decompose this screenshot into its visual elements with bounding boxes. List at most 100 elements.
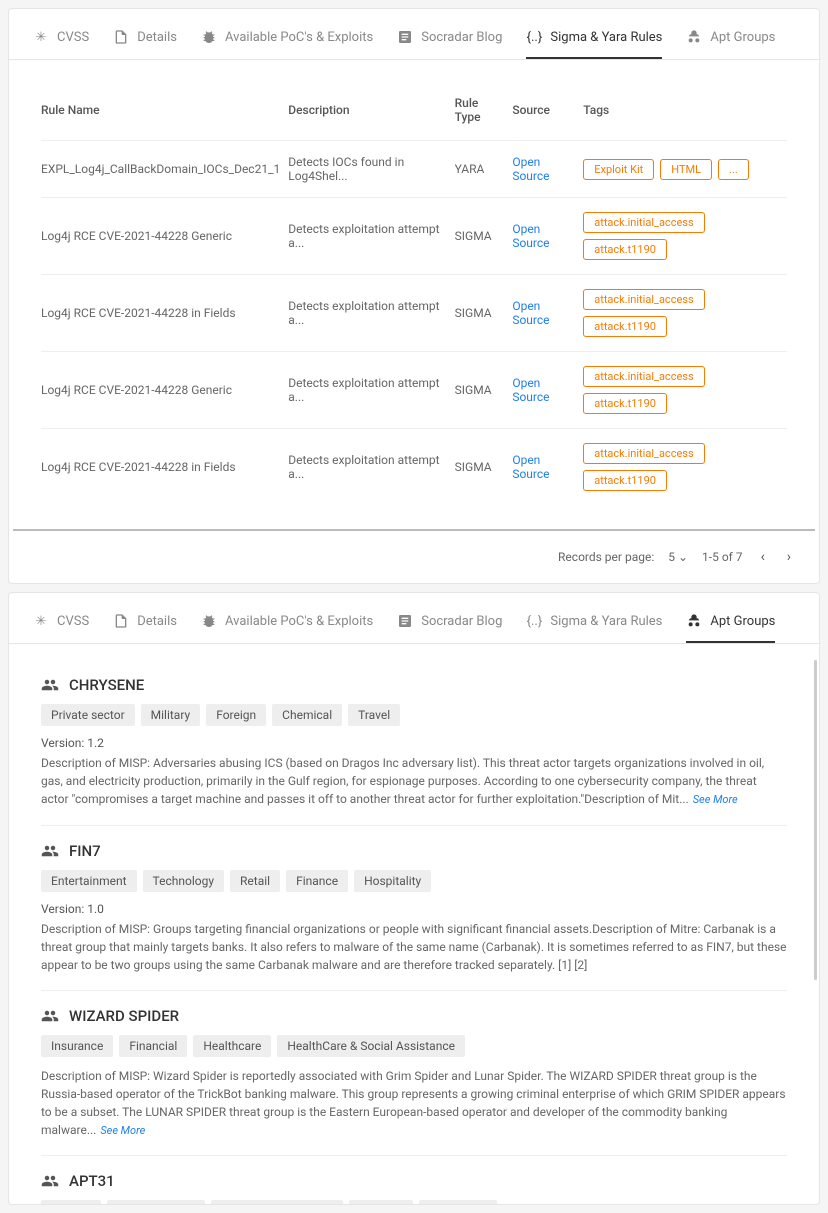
rule-source[interactable]: Open Source bbox=[512, 429, 583, 506]
rule-name: Log4j RCE CVE-2021-44228 in Fields bbox=[41, 429, 288, 506]
braces-icon: {..} bbox=[526, 613, 542, 629]
tag[interactable]: Foreign bbox=[206, 704, 266, 726]
table-row[interactable]: Log4j RCE CVE-2021-44228 Generic Detects… bbox=[41, 198, 787, 275]
rule-source[interactable]: Open Source bbox=[512, 352, 583, 429]
tag[interactable]: attack.initial_access bbox=[583, 289, 704, 310]
apt-description: Description of MISP: Adversaries abusing… bbox=[41, 754, 787, 809]
tag[interactable]: Defence bbox=[349, 1200, 413, 1204]
group-icon bbox=[41, 676, 59, 694]
apt-tags: Private sector MilitaryForeign Chemical Tra… bbox=[41, 704, 787, 726]
tag[interactable]: Technology bbox=[143, 870, 224, 892]
table-row[interactable]: Log4j RCE CVE-2021-44228 in Fields Detec… bbox=[41, 429, 787, 506]
column-header[interactable]: Rule Type bbox=[455, 80, 513, 141]
tag[interactable]: Entertainment bbox=[41, 870, 137, 892]
tag[interactable]: attack.t1190 bbox=[583, 470, 667, 491]
see-more-link[interactable]: See More bbox=[693, 793, 738, 806]
tab-details[interactable]: Details bbox=[113, 21, 177, 59]
rule-type: YARA bbox=[455, 141, 513, 198]
rpp-select[interactable]: 5 ⌄ bbox=[668, 550, 688, 564]
group-icon bbox=[41, 1007, 59, 1025]
tag[interactable]: Hospitality bbox=[354, 870, 431, 892]
table-row[interactable]: Log4j RCE CVE-2021-44228 Generic Detects… bbox=[41, 352, 787, 429]
table-row[interactable]: EXPL_Log4j_CallBackDomain_IOCs_Dec21_1 D… bbox=[41, 141, 787, 198]
tag[interactable]: Chemical bbox=[272, 704, 342, 726]
tag[interactable]: Foreign Affairs bbox=[107, 1200, 206, 1204]
asterisk-icon: ✳ bbox=[33, 29, 49, 45]
apt-group: CHRYSENE Private sectorMilitaryForeignCh… bbox=[41, 660, 787, 826]
tab-blog[interactable]: Socradar Blog bbox=[397, 21, 502, 59]
tag[interactable]: attack.t1190 bbox=[583, 239, 667, 260]
table-row[interactable]: Log4j RCE CVE-2021-44228 in Fields Detec… bbox=[41, 275, 787, 352]
rule-desc: Detects IOCs found in Log4Shel... bbox=[288, 141, 454, 198]
tab-cvss[interactable]: ✳CVSS bbox=[33, 605, 89, 643]
column-header[interactable]: Description bbox=[288, 80, 454, 141]
rule-desc: Detects exploitation attempt a... bbox=[288, 429, 454, 506]
apt-version: Version: 1.2 bbox=[41, 736, 787, 750]
rule-tags: Exploit Kit HTML... bbox=[583, 141, 787, 198]
incognito-icon bbox=[686, 29, 702, 45]
tab-apt[interactable]: Apt Groups bbox=[686, 21, 775, 59]
column-header[interactable]: Source bbox=[512, 80, 583, 141]
apt-version: Version: 1.0 bbox=[41, 902, 787, 916]
tag[interactable]: Telecommunications bbox=[211, 1200, 343, 1204]
rule-type: SIGMA bbox=[455, 429, 513, 506]
tag[interactable]: attack.t1190 bbox=[583, 316, 667, 337]
scrollbar[interactable] bbox=[814, 660, 817, 980]
tag[interactable]: attack.initial_access bbox=[583, 212, 704, 233]
tab-poc[interactable]: Available PoC's & Exploits bbox=[201, 605, 373, 643]
tag[interactable]: Healthcare bbox=[193, 1035, 271, 1057]
tab-sigma[interactable]: {..}Sigma & Yara Rules bbox=[526, 605, 662, 643]
apt-group: WIZARD SPIDER InsuranceFinancialHealthca… bbox=[41, 991, 787, 1157]
rule-source[interactable]: Open Source bbox=[512, 198, 583, 275]
tag[interactable]: ... bbox=[718, 159, 749, 180]
apt-name: FIN7 bbox=[69, 842, 101, 860]
tag[interactable]: Military bbox=[141, 704, 201, 726]
bug-icon bbox=[201, 613, 217, 629]
pagination: Records per page: 5 ⌄ 1-5 of 7 ‹ › bbox=[13, 529, 815, 583]
apt-name: APT31 bbox=[69, 1172, 115, 1190]
tab-blog[interactable]: Socradar Blog bbox=[397, 605, 502, 643]
rules-content: Rule NameDescriptionRule TypeSourceTags … bbox=[9, 60, 819, 529]
tab-cvss[interactable]: ✳CVSS bbox=[33, 21, 89, 59]
tag[interactable]: Financial bbox=[119, 1035, 187, 1057]
rule-source[interactable]: Open Source bbox=[512, 275, 583, 352]
apt-tags: Insurance Financial Healthcare HealthCare &… bbox=[41, 1035, 787, 1057]
tag[interactable]: Private sector bbox=[41, 704, 135, 726]
column-header[interactable]: Rule Name bbox=[41, 80, 288, 141]
tag[interactable]: Exploit Kit bbox=[583, 159, 654, 180]
bug-icon bbox=[201, 29, 217, 45]
tab-apt[interactable]: Apt Groups bbox=[686, 605, 775, 643]
apt-description: Description of MISP: Wizard Spider is re… bbox=[41, 1067, 787, 1140]
tag[interactable]: Retail bbox=[230, 870, 280, 892]
see-more-link[interactable]: See More bbox=[100, 1124, 145, 1137]
apt-group: APT31 Military Foreign Affairs Telecommuni… bbox=[41, 1156, 787, 1204]
tag[interactable]: HTML bbox=[660, 159, 712, 180]
tag[interactable]: attack.initial_access bbox=[583, 443, 704, 464]
tag[interactable]: attack.t1190 bbox=[583, 393, 667, 414]
apt-panel: ✳CVSS Details Available PoC's & Exploits… bbox=[8, 592, 820, 1205]
prev-page-button[interactable]: ‹ bbox=[757, 545, 769, 569]
rule-source[interactable]: Open Source bbox=[512, 141, 583, 198]
asterisk-icon: ✳ bbox=[33, 613, 49, 629]
tag[interactable]: HealthCare & Social Assistance bbox=[277, 1035, 465, 1057]
apt-tags: Military Foreign Affairs Telecommunication… bbox=[41, 1200, 787, 1204]
tag[interactable]: Military bbox=[41, 1200, 101, 1204]
rule-name: Log4j RCE CVE-2021-44228 in Fields bbox=[41, 275, 288, 352]
tabs-bar-2: ✳CVSS Details Available PoC's & Exploits… bbox=[9, 593, 819, 644]
rpp-label: Records per page: bbox=[558, 550, 654, 564]
next-page-button[interactable]: › bbox=[783, 545, 795, 569]
tag[interactable]: Diplomatic bbox=[419, 1200, 496, 1204]
rule-desc: Detects exploitation attempt a... bbox=[288, 275, 454, 352]
column-header[interactable]: Tags bbox=[583, 80, 787, 141]
document-icon bbox=[113, 613, 129, 629]
tab-sigma[interactable]: {..}Sigma & Yara Rules bbox=[526, 21, 662, 59]
tag[interactable]: Finance bbox=[286, 870, 348, 892]
tag[interactable]: Insurance bbox=[41, 1035, 113, 1057]
tag[interactable]: attack.initial_access bbox=[583, 366, 704, 387]
tab-poc[interactable]: Available PoC's & Exploits bbox=[201, 21, 373, 59]
tag[interactable]: Travel bbox=[348, 704, 400, 726]
tab-details[interactable]: Details bbox=[113, 605, 177, 643]
group-icon bbox=[41, 1172, 59, 1190]
rule-name: EXPL_Log4j_CallBackDomain_IOCs_Dec21_1 bbox=[41, 141, 288, 198]
incognito-icon bbox=[686, 613, 702, 629]
